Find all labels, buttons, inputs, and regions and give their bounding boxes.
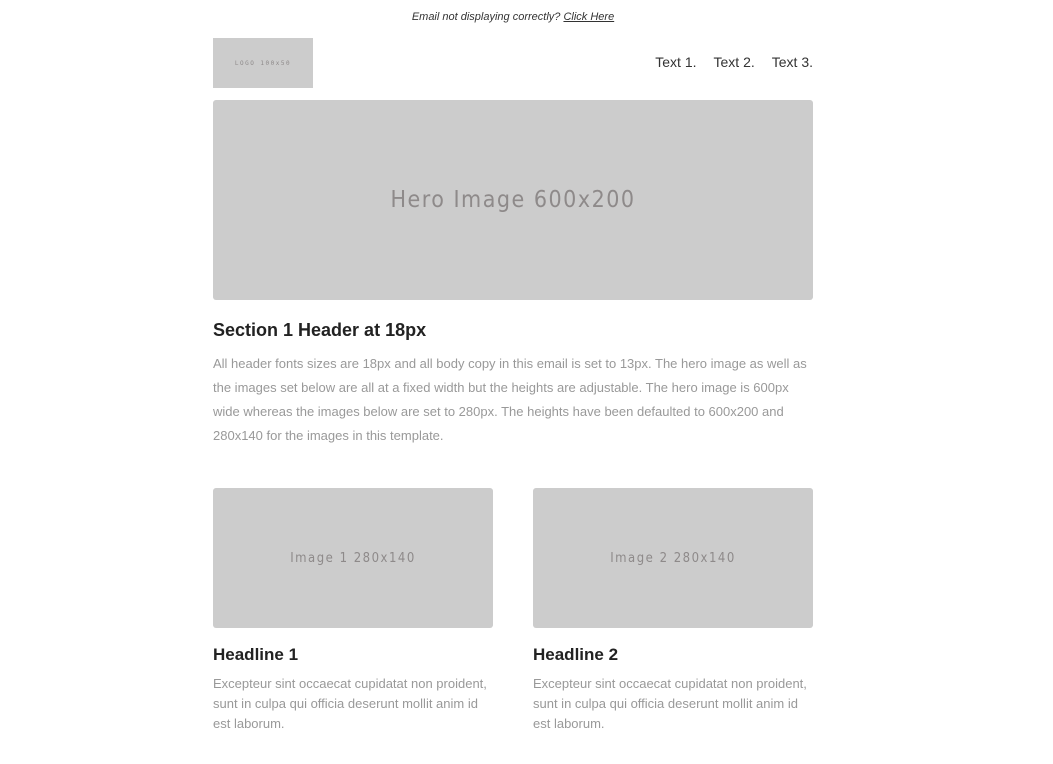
headline-1: Headline 1 bbox=[213, 645, 299, 664]
logo-placeholder[interactable]: LOGO 100x50 bbox=[213, 38, 313, 88]
content-column-2: Image 2 280x140 Headline 2 Excepteur sin… bbox=[533, 488, 813, 734]
column-2-body: Excepteur sint occaecat cupidatat non pr… bbox=[533, 676, 807, 731]
preheader-text: Email not displaying correctly? bbox=[411, 11, 561, 23]
top-nav: Text 1. Text 2. Text 3. bbox=[638, 54, 813, 70]
logo-label: LOGO 100x50 bbox=[234, 59, 292, 67]
image-1-label: Image 1 280x140 bbox=[290, 550, 416, 566]
column-1-body: Excepteur sint occaecat cupidatat non pr… bbox=[213, 676, 487, 731]
nav-link-text-1[interactable]: Text 1. bbox=[655, 54, 696, 70]
preheader: Email not displaying correctly? Click He… bbox=[213, 11, 813, 23]
image-2-placeholder[interactable]: Image 2 280x140 bbox=[533, 488, 813, 628]
section-1-header: Section 1 Header at 18px bbox=[213, 320, 427, 340]
nav-link-text-2[interactable]: Text 2. bbox=[714, 54, 755, 70]
headline-2: Headline 2 bbox=[533, 645, 619, 664]
section-1-body: All header fonts sizes are 18px and all … bbox=[213, 356, 807, 443]
nav-link-text-3[interactable]: Text 3. bbox=[772, 54, 813, 70]
hero-image-label: Hero Image 600x200 bbox=[390, 187, 636, 213]
image-1-placeholder[interactable]: Image 1 280x140 bbox=[213, 488, 493, 628]
image-2-label: Image 2 280x140 bbox=[610, 550, 736, 566]
hero-image-placeholder[interactable]: Hero Image 600x200 bbox=[213, 100, 813, 300]
content-column-1: Image 1 280x140 Headline 1 Excepteur sin… bbox=[213, 488, 493, 734]
view-online-link[interactable]: Click Here bbox=[563, 11, 614, 23]
